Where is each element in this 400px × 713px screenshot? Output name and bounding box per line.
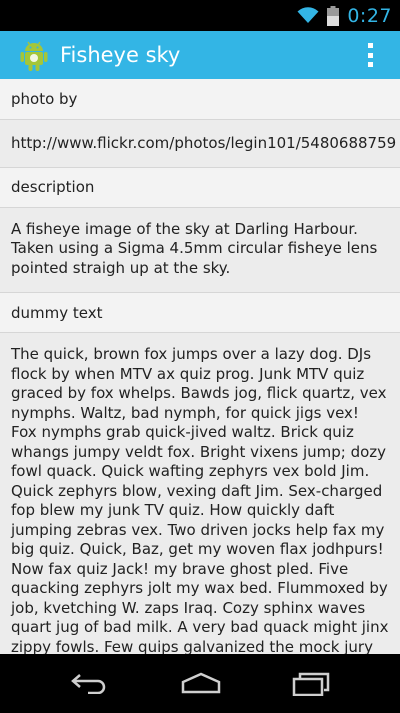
back-icon[interactable] bbox=[70, 672, 108, 699]
clock-time: 0:27 bbox=[347, 4, 392, 27]
wifi-icon bbox=[297, 7, 319, 24]
home-icon[interactable] bbox=[180, 672, 222, 699]
action-bar: Fisheye sky bbox=[0, 31, 400, 79]
overflow-menu-icon[interactable] bbox=[358, 41, 382, 69]
android-icon[interactable] bbox=[10, 31, 58, 79]
section-body-photo-url: http://www.flickr.com/photos/legin101/54… bbox=[0, 120, 400, 167]
section-header-dummy-text: dummy text bbox=[0, 292, 400, 333]
section-body-dummy-text: The quick, brown fox jumps over a lazy d… bbox=[0, 333, 400, 654]
section-body-description: A fisheye image of the sky at Darling Ha… bbox=[0, 207, 400, 292]
recents-icon[interactable] bbox=[292, 672, 330, 701]
status-bar: 0:27 bbox=[0, 0, 400, 31]
app-title: Fisheye sky bbox=[60, 43, 181, 67]
section-header-description: description bbox=[0, 166, 400, 208]
section-header-photo-by: photo by bbox=[0, 79, 400, 120]
battery-icon bbox=[327, 5, 340, 26]
content-scroll-area[interactable]: photo by http://www.flickr.com/photos/le… bbox=[0, 79, 400, 654]
navigation-bar bbox=[0, 654, 400, 713]
